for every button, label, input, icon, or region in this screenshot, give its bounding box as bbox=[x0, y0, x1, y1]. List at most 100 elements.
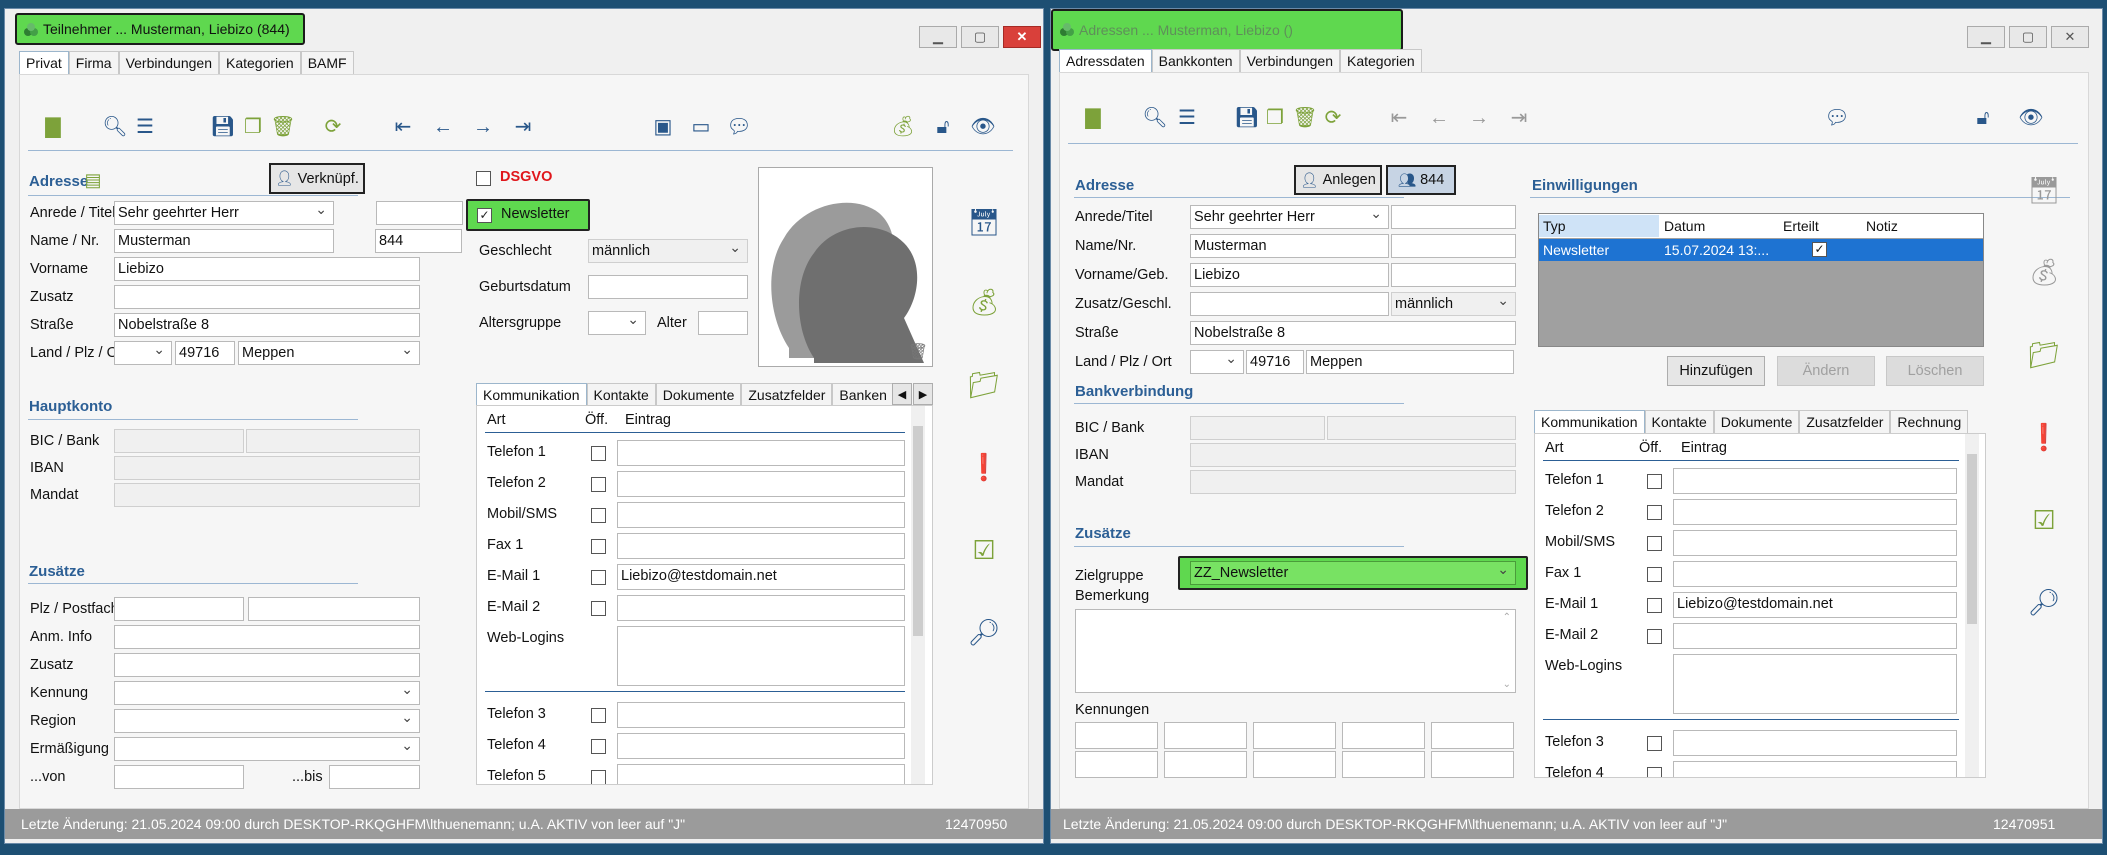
strasse-input[interactable]: Nobelstraße 8 bbox=[114, 313, 420, 337]
first-record-icon-2[interactable]: ⇤ bbox=[1386, 105, 1412, 131]
search-icon[interactable]: 🔍︎ bbox=[102, 114, 128, 140]
komm-entry-input[interactable] bbox=[1673, 730, 1957, 756]
calendar-icon[interactable]: 📅︎ bbox=[967, 205, 1001, 239]
komm-entry-input[interactable] bbox=[1673, 468, 1957, 494]
ermaessigung-select[interactable] bbox=[114, 737, 420, 761]
address-card-icon[interactable]: ▣ bbox=[650, 114, 676, 140]
bemerkung-textarea[interactable]: ⌃ ⌄ bbox=[1075, 609, 1516, 693]
komm-entry-input[interactable] bbox=[617, 502, 905, 528]
komm-scroll-thumb-2[interactable] bbox=[1967, 454, 1977, 624]
komm-entry-input[interactable] bbox=[617, 702, 905, 728]
komm-oeff-checkbox[interactable] bbox=[1647, 629, 1662, 644]
anm-info-input[interactable] bbox=[114, 625, 420, 649]
tab-kontakte[interactable]: Kontakte bbox=[586, 383, 656, 406]
header-datum[interactable]: Datum bbox=[1660, 215, 1778, 237]
contact-card-icon[interactable]: ▤ bbox=[80, 167, 106, 193]
nr-input-2[interactable] bbox=[1391, 234, 1516, 258]
unlock-icon[interactable]: 🔓︎ bbox=[930, 114, 956, 140]
folder-icon-2[interactable]: 📁︎ bbox=[2027, 338, 2061, 372]
komm-oeff-checkbox[interactable] bbox=[1647, 536, 1662, 551]
folder-icon[interactable]: 📁︎ bbox=[967, 368, 1001, 402]
vorname-input[interactable]: Liebizo bbox=[114, 257, 420, 281]
komm-oeff-checkbox[interactable] bbox=[591, 739, 606, 754]
calendar-icon-2[interactable]: 📅︎ bbox=[2027, 173, 2061, 207]
first-record-icon[interactable]: ⇤ bbox=[390, 114, 416, 140]
tab-kategorien-2[interactable]: Kategorien bbox=[1339, 49, 1422, 72]
land-select-2[interactable] bbox=[1190, 350, 1244, 374]
refresh-icon-2[interactable]: ⟳ bbox=[1320, 105, 1346, 131]
komm-oeff-checkbox[interactable] bbox=[1647, 736, 1662, 751]
komm-oeff-checkbox[interactable] bbox=[591, 601, 606, 616]
geburtsdatum-input[interactable] bbox=[588, 275, 748, 299]
tab-kontakte-2[interactable]: Kontakte bbox=[1644, 410, 1714, 433]
einwilligung-erteilt-checkbox[interactable]: ✓ bbox=[1812, 242, 1827, 257]
zielgruppe-select[interactable]: ZZ_Newsletter bbox=[1190, 561, 1516, 585]
zusatz-input[interactable] bbox=[114, 285, 420, 309]
previous-record-icon-2[interactable]: ← bbox=[1426, 105, 1452, 131]
tab-banken[interactable]: Banken bbox=[832, 383, 894, 406]
tab-firma[interactable]: Firma bbox=[68, 51, 119, 74]
komm-entry-input[interactable] bbox=[617, 471, 905, 497]
tab-kategorien[interactable]: Kategorien bbox=[219, 51, 301, 74]
komm-scrollbar-2[interactable] bbox=[1965, 434, 1979, 777]
anrede-select-2[interactable]: Sehr geehrter Herr bbox=[1190, 205, 1389, 229]
titel-input[interactable] bbox=[376, 201, 463, 225]
komm-oeff-checkbox[interactable] bbox=[591, 708, 606, 723]
kennung-cell[interactable] bbox=[1164, 751, 1247, 778]
wallet-icon[interactable]: ▭ bbox=[688, 114, 714, 140]
tab-adressdaten[interactable]: Adressdaten bbox=[1059, 49, 1152, 72]
header-erteilt[interactable]: Erteilt bbox=[1779, 215, 1861, 237]
vorname-input-2[interactable]: Liebizo bbox=[1190, 263, 1389, 287]
new-document-icon[interactable]: ▇ bbox=[40, 114, 66, 140]
plz-postfach-input[interactable] bbox=[114, 597, 244, 621]
hinzufuegen-button[interactable]: Hinzufügen bbox=[1667, 356, 1765, 386]
new-document-icon-2[interactable]: ▇ bbox=[1080, 105, 1106, 131]
zusatz2-input[interactable] bbox=[114, 653, 420, 677]
geschlecht-select-2[interactable]: männlich bbox=[1391, 292, 1516, 316]
tab-kommunikation-2[interactable]: Kommunikation bbox=[1534, 410, 1645, 433]
komm-oeff-checkbox[interactable] bbox=[591, 446, 606, 461]
komm-oeff-checkbox[interactable] bbox=[591, 770, 606, 784]
komm-oeff-checkbox[interactable] bbox=[591, 539, 606, 554]
money-bag-side-icon-2[interactable]: 💰︎ bbox=[2027, 255, 2061, 289]
bemerkung-scroll-down[interactable]: ⌄ bbox=[1503, 679, 1511, 690]
von-input[interactable] bbox=[114, 765, 244, 789]
tab-verbindungen[interactable]: Verbindungen bbox=[118, 51, 219, 74]
refresh-icon[interactable]: ⟳ bbox=[320, 114, 346, 140]
weblogins-textarea[interactable] bbox=[1673, 654, 1957, 714]
copy-icon-2[interactable]: ❐ bbox=[1262, 105, 1288, 131]
komm-oeff-checkbox[interactable] bbox=[1647, 474, 1662, 489]
bis-input[interactable] bbox=[329, 765, 420, 789]
save-icon[interactable]: 💾︎ bbox=[210, 114, 236, 140]
kennung-cell[interactable] bbox=[1253, 751, 1336, 778]
save-icon-2[interactable]: 💾︎ bbox=[1234, 105, 1260, 131]
aendern-button[interactable]: Ändern bbox=[1777, 356, 1875, 386]
bemerkung-scroll-up[interactable]: ⌃ bbox=[1503, 612, 1511, 623]
checklist-icon-2[interactable]: ☑ bbox=[2027, 503, 2061, 537]
komm-oeff-checkbox[interactable] bbox=[1647, 767, 1662, 777]
komm-entry-input[interactable] bbox=[617, 595, 905, 621]
komm-entry-input[interactable] bbox=[617, 733, 905, 759]
chat-icon-2[interactable]: 💬︎ bbox=[1824, 105, 1850, 131]
komm-scrollbar[interactable] bbox=[911, 406, 925, 784]
anrede-select[interactable]: Sehr geehrter Herr bbox=[114, 201, 334, 225]
loeschen-button[interactable]: Löschen bbox=[1886, 356, 1984, 386]
checklist-icon[interactable]: ☑ bbox=[967, 533, 1001, 567]
tab-zusatzfelder-2[interactable]: Zusatzfelder bbox=[1799, 410, 1891, 433]
ort-select[interactable]: Meppen bbox=[238, 341, 420, 365]
ort-input-2[interactable]: Meppen bbox=[1306, 350, 1514, 374]
komm-scroll-thumb[interactable] bbox=[913, 426, 923, 636]
minimize-button[interactable]: ▁ bbox=[919, 26, 957, 48]
email1-input[interactable]: Liebizo@testdomain.net bbox=[1673, 592, 1957, 618]
tab-zusatzfelder[interactable]: Zusatzfelder bbox=[741, 383, 833, 406]
money-bag-icon[interactable]: 💰︎ bbox=[890, 114, 916, 140]
komm-oeff-checkbox[interactable] bbox=[591, 477, 606, 492]
komm-entry-input[interactable] bbox=[1673, 530, 1957, 556]
kennung-select[interactable] bbox=[114, 681, 420, 705]
postfach-input[interactable] bbox=[248, 597, 420, 621]
kennung-cell[interactable] bbox=[1431, 722, 1514, 749]
delete-icon[interactable]: 🗑︎ bbox=[270, 114, 296, 140]
komm-entry-input[interactable] bbox=[1673, 561, 1957, 587]
tab-privat[interactable]: Privat bbox=[19, 51, 69, 74]
list-icon-2[interactable]: ☰ bbox=[1174, 105, 1200, 131]
